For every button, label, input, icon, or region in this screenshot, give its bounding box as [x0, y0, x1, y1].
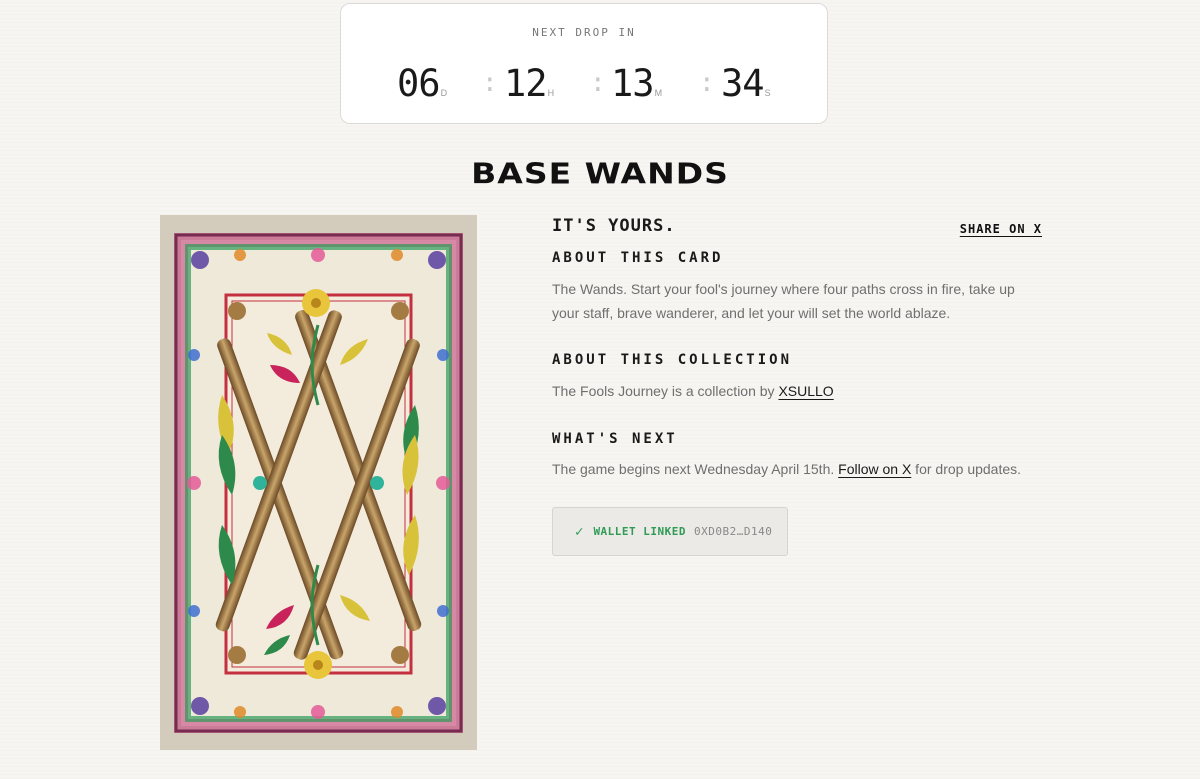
countdown-days-suffix: D: [440, 88, 448, 98]
countdown-minutes-suffix: M: [654, 88, 663, 98]
about-card-heading: ABOUT THIS CARD: [552, 250, 724, 266]
countdown-hours-suffix: H: [547, 88, 555, 98]
whats-next-prefix: The game begins next Wednesday April 15t…: [552, 461, 839, 477]
countdown-hours-value: 12: [504, 62, 548, 105]
countdown-days-value: 06: [397, 62, 441, 105]
share-on-x-link[interactable]: SHARE ON X: [960, 222, 1042, 236]
countdown-seconds: 34S: [721, 62, 771, 105]
check-icon: ✓: [575, 523, 584, 540]
countdown-separator: :: [699, 68, 715, 98]
whats-next-suffix: for drop updates.: [911, 461, 1022, 477]
about-collection-text: The Fools Journey is a collection by XSU…: [552, 379, 1032, 403]
about-card-text: The Wands. Start your fool's journey whe…: [552, 281, 1015, 321]
countdown-minutes: 13M: [611, 62, 663, 105]
countdown-label: NEXT DROP IN: [532, 26, 636, 39]
countdown-hours: 12H: [504, 62, 555, 105]
wallet-linked-label: WALLET LINKED: [593, 525, 687, 538]
countdown-seconds-suffix: S: [764, 88, 771, 98]
xsullo-link[interactable]: XSULLO: [778, 383, 833, 399]
wallet-status-button[interactable]: ✓ WALLET LINKED 0XD0B2…D140: [552, 507, 788, 556]
info-panel: IT'S YOURS. SHARE ON X ABOUT THIS CARD T…: [552, 216, 1042, 556]
wands-card-illustration: [160, 215, 477, 750]
page-title: BASE WANDS: [471, 156, 729, 191]
about-collection-prefix: The Fools Journey is a collection by: [552, 383, 779, 399]
countdown-days: 06D: [397, 62, 448, 105]
card-image: [160, 215, 477, 750]
whats-next-heading: WHAT'S NEXT: [552, 431, 678, 447]
countdown-seconds-value: 34: [721, 62, 765, 105]
countdown-minutes-value: 13: [611, 62, 655, 105]
whats-next-text: The game begins next Wednesday April 15t…: [552, 457, 1032, 481]
wallet-address: 0XD0B2…D140: [694, 525, 773, 538]
countdown-separator: :: [590, 68, 606, 98]
about-collection-heading: ABOUT THIS COLLECTION: [552, 352, 793, 368]
follow-on-x-link[interactable]: Follow on X: [838, 461, 911, 477]
countdown-separator: :: [482, 68, 498, 98]
countdown-panel: NEXT DROP IN 06D : 12H : 13M : 34S: [340, 3, 828, 124]
